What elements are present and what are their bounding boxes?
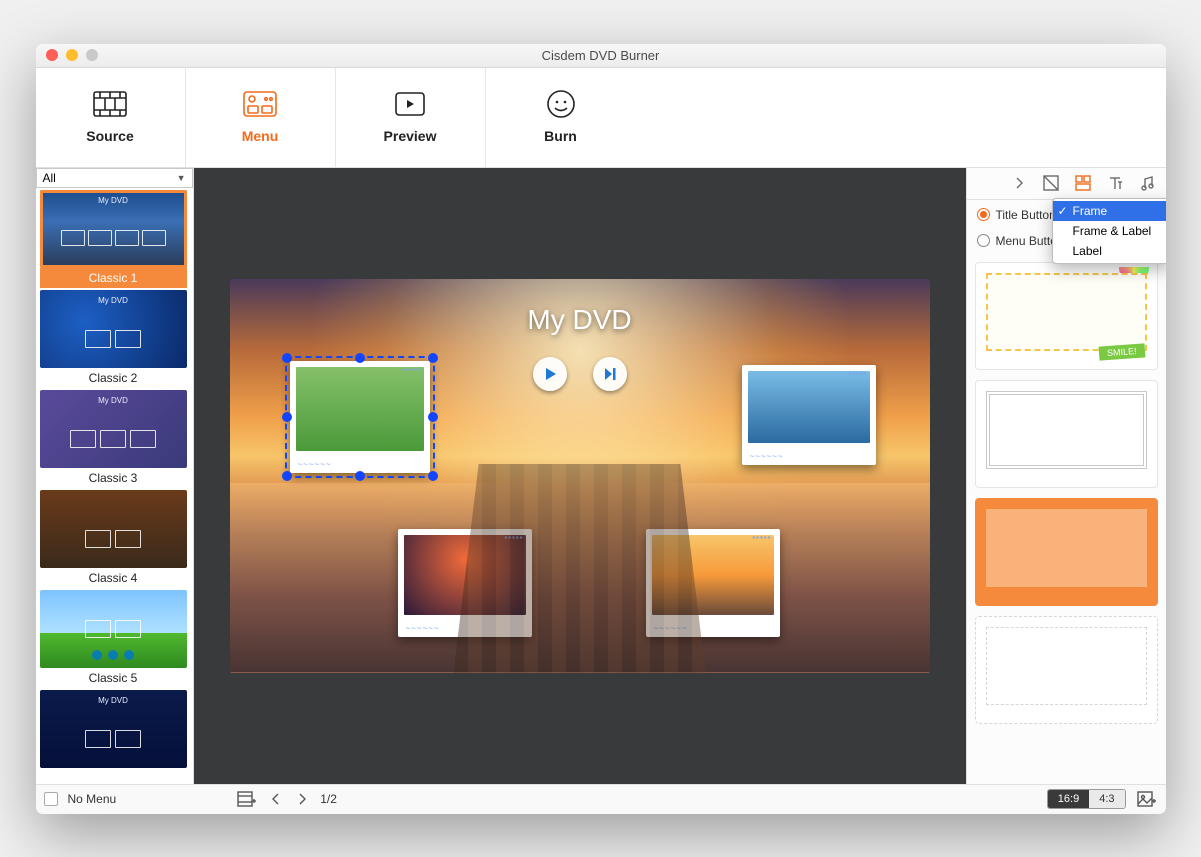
template-thumb: My DVD <box>40 390 187 468</box>
template-panel: All ▼ My DVD Classic 1 My DVD Classic <box>36 168 194 784</box>
frame-item[interactable] <box>975 380 1158 488</box>
play-rect-icon <box>393 90 427 118</box>
aspect-4-3[interactable]: 4:3 <box>1089 790 1124 808</box>
collapse-button[interactable] <box>1010 174 1028 192</box>
aspect-16-9[interactable]: 16:9 <box>1048 790 1089 808</box>
resize-handle[interactable] <box>282 353 292 363</box>
footer-bar: No Menu 1/2 16:9 4:3 <box>36 784 1166 814</box>
window-title: Cisdem DVD Burner <box>36 48 1166 63</box>
tab-burn[interactable]: Burn <box>486 68 636 167</box>
template-label: Classic 2 <box>40 368 187 388</box>
app-window: Cisdem DVD Burner Source Menu Preview B <box>36 44 1166 814</box>
frame-item[interactable] <box>975 498 1158 606</box>
prev-page-button[interactable] <box>264 789 286 809</box>
resize-handle[interactable] <box>282 412 292 422</box>
canvas-area: My DVD ▪▪▪▪▪~~~~~~ ▪▪▪▪▪~~~~~~ ▪▪▪▪▪~~~~… <box>194 168 966 784</box>
template-thumb: My DVD <box>40 190 187 268</box>
menu-layout-icon <box>243 90 277 118</box>
title-button-clip[interactable]: ▪▪▪▪▪~~~~~~ <box>742 365 876 465</box>
template-label: Classic 5 <box>40 668 187 688</box>
resize-handle[interactable] <box>428 412 438 422</box>
template-filter-select[interactable]: All ▼ <box>36 168 193 188</box>
template-item[interactable]: My DVD <box>40 690 187 774</box>
template-label: Classic 4 <box>40 568 187 588</box>
disc-icon <box>544 90 578 118</box>
next-button[interactable] <box>593 357 627 391</box>
tab-label: Menu <box>242 128 279 144</box>
template-label <box>40 768 187 774</box>
tab-source[interactable]: Source <box>36 68 186 167</box>
tab-preview[interactable]: Preview <box>336 68 486 167</box>
tab-label: Preview <box>384 128 437 144</box>
page-indicator: 1/2 <box>320 792 337 806</box>
music-tab-icon[interactable] <box>1138 174 1156 192</box>
tab-label: Burn <box>544 128 577 144</box>
frame-tab-icon[interactable] <box>1074 174 1092 192</box>
tab-menu[interactable]: Menu <box>186 68 336 167</box>
titlebar: Cisdem DVD Burner <box>36 44 1166 68</box>
no-menu-checkbox[interactable] <box>44 792 58 806</box>
next-page-button[interactable] <box>292 789 314 809</box>
add-page-button[interactable] <box>236 789 258 809</box>
selection-frame[interactable] <box>285 356 435 478</box>
main-toolbar: Source Menu Preview Burn <box>36 68 1166 168</box>
template-item[interactable]: Classic 5 <box>40 590 187 688</box>
frame-item[interactable] <box>975 616 1158 724</box>
template-thumb <box>40 590 187 668</box>
text-tab-icon[interactable] <box>1106 174 1124 192</box>
resize-handle[interactable] <box>282 471 292 481</box>
resize-handle[interactable] <box>355 471 365 481</box>
title-button-clip[interactable]: ▪▪▪▪▪~~~~~~ <box>646 529 780 637</box>
menu-stage[interactable]: My DVD ▪▪▪▪▪~~~~~~ ▪▪▪▪▪~~~~~~ ▪▪▪▪▪~~~~… <box>230 279 930 673</box>
resize-handle[interactable] <box>428 471 438 481</box>
inspector-tabs <box>967 168 1166 200</box>
template-item[interactable]: My DVD Classic 1 <box>40 190 187 288</box>
frame-list[interactable] <box>967 256 1166 784</box>
template-thumb: My DVD <box>40 690 187 768</box>
dropdown-option[interactable]: Frame <box>1053 201 1166 221</box>
filmstrip-icon <box>93 90 127 118</box>
dropdown-option[interactable]: Frame & Label <box>1053 221 1166 241</box>
no-menu-label: No Menu <box>68 792 117 806</box>
template-item[interactable]: My DVD Classic 2 <box>40 290 187 388</box>
play-button[interactable] <box>533 357 567 391</box>
background-tab-icon[interactable] <box>1042 174 1060 192</box>
page-nav: 1/2 <box>236 789 337 809</box>
template-list[interactable]: My DVD Classic 1 My DVD Classic 2 My DVD <box>36 188 193 784</box>
template-thumb <box>40 490 187 568</box>
template-item[interactable]: My DVD Classic 3 <box>40 390 187 488</box>
stage-wrap: My DVD ▪▪▪▪▪~~~~~~ ▪▪▪▪▪~~~~~~ ▪▪▪▪▪~~~~… <box>194 168 966 784</box>
chevron-down-icon: ▼ <box>177 173 186 183</box>
resize-handle[interactable] <box>428 353 438 363</box>
title-button-clip[interactable]: ▪▪▪▪▪~~~~~~ <box>398 529 532 637</box>
background-image-button[interactable] <box>1136 789 1158 809</box>
radio-icon <box>977 208 990 221</box>
frame-style-dropdown[interactable]: Frame Frame & Label Label <box>1052 198 1166 264</box>
resize-handle[interactable] <box>355 353 365 363</box>
template-thumb: My DVD <box>40 290 187 368</box>
frame-item[interactable] <box>975 262 1158 370</box>
tab-label: Source <box>86 128 133 144</box>
aspect-ratio-toggle[interactable]: 16:9 4:3 <box>1047 789 1126 809</box>
filter-value: All <box>43 171 56 185</box>
dvd-title[interactable]: My DVD <box>230 304 930 336</box>
inspector-panel: Title Button Menu Button Frame Frame & L… <box>966 168 1166 784</box>
template-label: Classic 1 <box>40 268 187 288</box>
main-area: All ▼ My DVD Classic 1 My DVD Classic <box>36 168 1166 784</box>
template-item[interactable]: Classic 4 <box>40 490 187 588</box>
template-label: Classic 3 <box>40 468 187 488</box>
dropdown-option[interactable]: Label <box>1053 241 1166 261</box>
radio-icon <box>977 234 990 247</box>
